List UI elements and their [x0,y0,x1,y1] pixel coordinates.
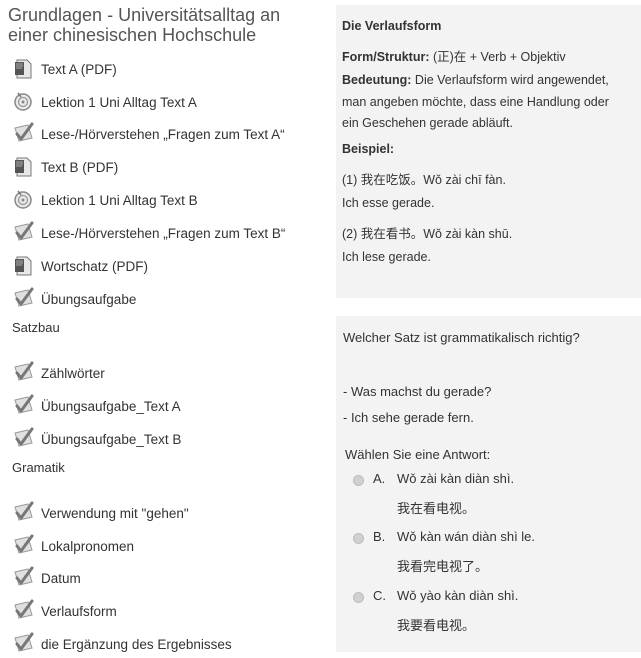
example-1: (1) 我在吃饭。Wǒ zài chī fàn. [342,173,506,187]
grammar-card-title: Die Verlaufsform [342,19,442,33]
activity-lokalpronomen[interactable]: Lokalpronomen [12,532,134,560]
activity-label: Zählwörter [41,365,105,381]
answer-c-hanzi[interactable]: 我要看电视。 [397,615,475,634]
activity-uebung-text-b[interactable]: Übungsaufgabe_Text B [12,425,181,453]
quiz-check-icon [12,599,36,623]
grammar-info-card: Die Verlaufsform Form/Struktur: (正)在 + V… [336,5,641,298]
activity-label: Lokalpronomen [41,538,135,554]
activity-text-a-pdf[interactable]: Text A (PDF) [12,55,117,83]
form-label: Form/Struktur: [342,50,430,64]
activity-text-b-pdf[interactable]: Text B (PDF) [12,153,118,181]
quiz-check-icon [12,534,36,558]
pdf-icon [12,57,36,81]
example-1-translation: Ich esse gerade. [342,196,435,210]
activity-label: Text B (PDF) [41,159,119,175]
answer-b-letter: B. [373,529,386,544]
quiz-check-icon [12,394,36,418]
activity-text-a-audio[interactable]: Lektion 1 Uni Alltag Text A [12,88,197,116]
answer-a-pinyin[interactable]: Wǒ zài kàn diàn shì. [397,471,514,486]
meaning-line-1: Bedeutung: Die Verlaufsform wird angewen… [342,73,609,87]
answer-a-hanzi[interactable]: 我在看电视。 [397,498,475,517]
quiz-check-icon [12,427,36,451]
section-title-satzbau: Satzbau [12,320,60,335]
quiz-check-icon [12,501,36,525]
example-2: (2) 我在看书。Wǒ zài kàn shū. [342,227,513,241]
form-structure: Form/Struktur: (正)在 + Verb + Objektiv [342,46,566,65]
answer-prompt: Wählen Sie eine Antwort: [345,447,491,462]
form-value: (正)在 + Verb + Objektiv [432,50,566,64]
activity-label: Wortschatz (PDF) [41,258,149,274]
pdf-icon [12,254,36,278]
activity-label: Übungsaufgabe_Text A [41,398,181,414]
audio-icon [12,188,36,212]
activity-ergaenzung-ergebnis[interactable]: die Ergänzung des Ergebnisses [12,630,232,658]
quiz-question-card: Welcher Satz ist grammatikalisch richtig… [336,316,641,652]
activity-quiz-text-a[interactable]: Lese-/Hörverstehen „Fragen zum Text A“ [12,120,285,148]
activity-uebung-text-a[interactable]: Übungsaufgabe_Text A [12,392,181,420]
activity-label: Datum [41,570,81,586]
activity-label: Text A (PDF) [41,61,117,77]
quiz-check-icon [12,122,36,146]
activity-label: Übungsaufgabe [41,291,137,307]
section-title-gramatik: Gramatik [12,460,65,475]
question-text: Welcher Satz ist grammatikalisch richtig… [343,330,580,345]
meaning-text: Die Verlaufsform wird angewendet, [414,73,609,87]
meaning-line-3: ein Geschehen gerade abläuft. [342,116,513,130]
dialog-line-1: - Was machst du gerade? [343,384,492,399]
answer-b-hanzi[interactable]: 我看完电视了。 [397,556,488,575]
answer-c-radio[interactable] [353,592,364,603]
answer-a-radio[interactable] [353,475,364,486]
quiz-check-icon [12,287,36,311]
activity-label: Verwendung mit "gehen" [41,505,189,521]
answer-c-pinyin[interactable]: Wǒ yào kàn diàn shì. [397,588,518,603]
activity-label: Lektion 1 Uni Alltag Text A [41,94,197,110]
activity-wortschatz-pdf[interactable]: Wortschatz (PDF) [12,252,148,280]
activity-uebungsaufgabe[interactable]: Übungsaufgabe [12,285,136,313]
activity-label: die Ergänzung des Ergebnisses [41,636,232,652]
activity-text-b-audio[interactable]: Lektion 1 Uni Alltag Text B [12,186,198,214]
answer-b-pinyin[interactable]: Wǒ kàn wán diàn shì le. [397,529,535,544]
example-label: Beispiel: [342,142,395,156]
activity-label: Lektion 1 Uni Alltag Text B [41,192,198,208]
activity-verwendung-gehen[interactable]: Verwendung mit "gehen" [12,499,189,527]
pdf-icon [12,155,36,179]
course-activity-list: Grundlagen - Universitätsalltag an einer… [0,0,322,652]
example-2-translation: Ich lese gerade. [342,250,431,264]
activity-verlaufsform[interactable]: Verlaufsform [12,597,117,625]
meaning-line-2: man angeben möchte, dass eine Handlung o… [342,95,609,109]
dialog-line-2: - Ich sehe gerade fern. [343,410,474,425]
activity-quiz-text-b[interactable]: Lese-/Hörverstehen „Fragen zum Text B“ [12,219,285,247]
quiz-check-icon [12,632,36,656]
answer-a-letter: A. [373,471,386,486]
quiz-check-icon [12,361,36,385]
activity-datum[interactable]: Datum [12,564,81,592]
answer-b-radio[interactable] [353,533,364,544]
course-title: Grundlagen - Universitätsalltag an einer… [8,5,281,45]
activity-label: Verlaufsform [41,603,117,619]
activity-label: Lese-/Hörverstehen „Fragen zum Text B“ [41,225,286,241]
quiz-check-icon [12,566,36,590]
activity-label: Lese-/Hörverstehen „Fragen zum Text A“ [41,126,285,142]
activity-zaehlwoerter[interactable]: Zählwörter [12,359,105,387]
meaning-label: Bedeutung: [342,73,412,87]
audio-icon [12,90,36,114]
answer-c-letter: C. [373,588,386,603]
activity-label: Übungsaufgabe_Text B [41,431,182,447]
quiz-check-icon [12,221,36,245]
